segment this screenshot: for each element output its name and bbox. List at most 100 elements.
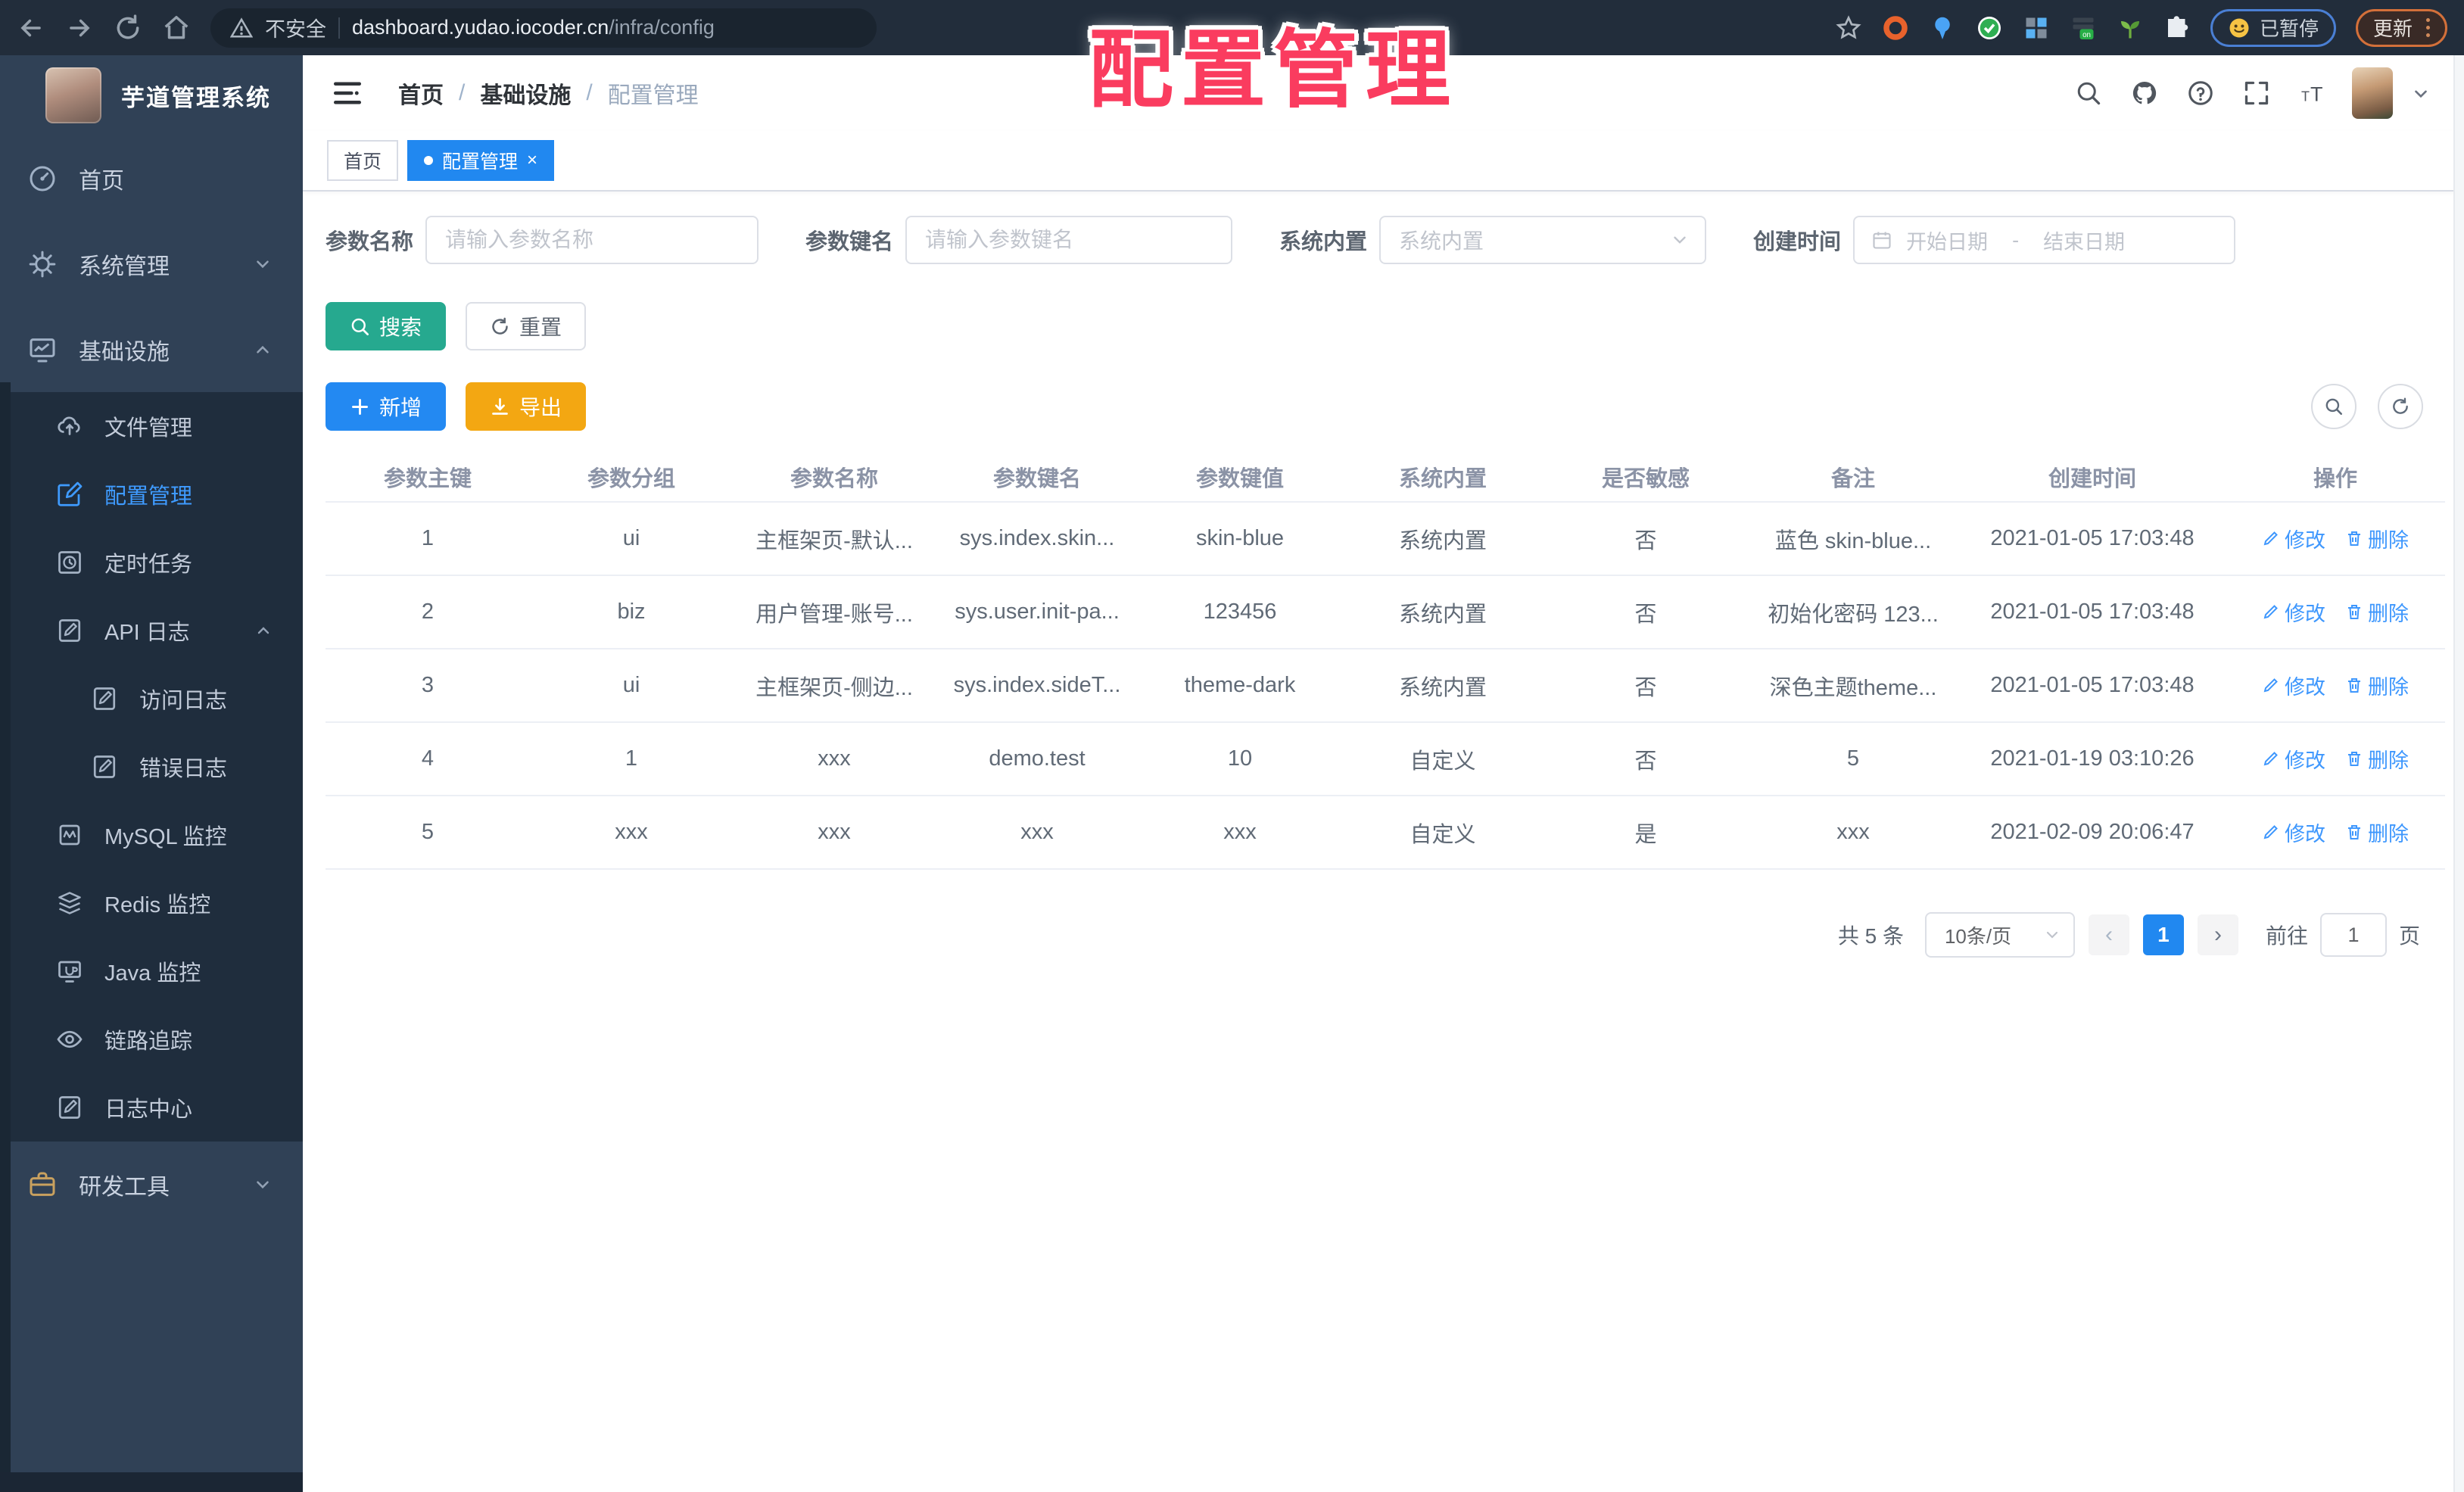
sidebar-item-log-center[interactable]: 日志中心 (0, 1073, 303, 1142)
extension-orange-icon[interactable] (1882, 14, 1909, 42)
col-actions: 操作 (2226, 452, 2445, 503)
edit-link[interactable]: 修改 (2262, 524, 2325, 553)
font-size-icon[interactable]: TT (2299, 79, 2326, 107)
reset-button[interactable]: 重置 (466, 302, 587, 350)
back-icon[interactable] (17, 14, 45, 42)
extension-check-icon[interactable] (1976, 14, 2003, 42)
extension-puzzle-icon[interactable] (2163, 14, 2191, 42)
edit-link[interactable]: 修改 (2262, 597, 2325, 627)
delete-link[interactable]: 删除 (2345, 818, 2409, 847)
col-remark: 备注 (1747, 452, 1959, 503)
bookmark-star-icon[interactable] (1835, 14, 1862, 42)
delete-link[interactable]: 删除 (2345, 671, 2409, 700)
infra-submenu: 文件管理 配置管理 定时任务 API 日志 访问日志 错误日志 MySQL 监控… (0, 392, 303, 1142)
address-bar[interactable]: 不安全 dashboard.yudao.iocoder.cn/infra/con… (210, 8, 877, 48)
smiley-emoji-icon (2229, 18, 2249, 37)
edit-link[interactable]: 修改 (2262, 744, 2325, 774)
page-unit: 页 (2398, 924, 2420, 948)
svg-text:T: T (2301, 89, 2310, 104)
sidebar-item-trace[interactable]: 链路追踪 (0, 1005, 303, 1073)
app-title: 芋道管理系统 (121, 84, 271, 111)
layers-icon (58, 892, 81, 914)
builtin-select[interactable]: 系统内置 (1379, 216, 1707, 264)
sidebar-item-file[interactable]: 文件管理 (0, 392, 303, 460)
extension-on-badge-icon[interactable]: on (2070, 14, 2097, 42)
col-name: 参数名称 (733, 452, 936, 503)
sidebar-item-java[interactable]: Java 监控 (0, 937, 303, 1005)
toggle-search-button[interactable] (2311, 384, 2357, 429)
reload-icon[interactable] (114, 14, 142, 42)
add-button[interactable]: 新增 (326, 382, 447, 431)
paused-extension-button[interactable]: 已暂停 (2210, 8, 2336, 47)
sidebar-item-devtools[interactable]: 研发工具 (0, 1142, 303, 1227)
sidebar-item-home[interactable]: 首页 (0, 135, 303, 221)
prev-page-button[interactable]: ‹ (2088, 914, 2129, 955)
builtin-label: 系统内置 (1279, 230, 1368, 254)
help-icon[interactable] (2187, 79, 2214, 107)
sidebar-item-infra[interactable]: 基础设施 (0, 307, 303, 392)
edit-link[interactable]: 修改 (2262, 671, 2325, 700)
extension-grid-icon[interactable] (2023, 14, 2050, 42)
chevron-down-icon (257, 1180, 269, 1188)
delete-link[interactable]: 删除 (2345, 597, 2409, 627)
page-size-select[interactable]: 10条/页 (1924, 912, 2075, 958)
security-label: 不安全 (265, 18, 326, 41)
table-toolbar: 新增 导出 (326, 382, 2434, 431)
search-button[interactable]: 搜索 (326, 302, 447, 350)
home-icon[interactable] (162, 14, 191, 42)
edit-link[interactable]: 修改 (2262, 818, 2325, 847)
breadcrumb-home[interactable]: 首页 (398, 76, 444, 110)
sidebar-item-redis[interactable]: Redis 监控 (0, 869, 303, 937)
export-button[interactable]: 导出 (466, 382, 587, 431)
github-icon[interactable] (2131, 79, 2158, 107)
delete-link[interactable]: 删除 (2345, 744, 2409, 774)
param-key-input[interactable] (905, 216, 1233, 264)
breadcrumb-infra[interactable]: 基础设施 (480, 76, 571, 110)
table-header-row: 参数主键 参数分组 参数名称 参数键名 参数键值 系统内置 是否敏感 备注 创建… (326, 452, 2445, 503)
form-actions: 搜索 重置 (326, 302, 2434, 350)
col-type: 系统内置 (1341, 452, 1544, 503)
current-page[interactable]: 1 (2142, 914, 2184, 955)
url-text: dashboard.yudao.iocoder.cn/infra/config (352, 16, 715, 39)
created-label: 创建时间 (1753, 230, 1842, 254)
sidebar-item-error-log[interactable]: 错误日志 (0, 733, 303, 801)
sidebar-item-config[interactable]: 配置管理 (0, 460, 303, 528)
sidebar-item-access-log[interactable]: 访问日志 (0, 665, 303, 733)
search-icon[interactable] (2075, 79, 2102, 107)
sidebar-item-mysql[interactable]: MySQL 监控 (0, 801, 303, 869)
sidebar-item-system[interactable]: 系统管理 (0, 221, 303, 307)
scrollbar-track[interactable] (2453, 55, 2464, 1492)
param-name-input[interactable] (425, 216, 759, 264)
extension-pin-icon[interactable] (1929, 14, 1956, 42)
avatar[interactable] (2352, 67, 2393, 119)
sidebar-item-job[interactable]: 定时任务 (0, 528, 303, 596)
search-form: 参数名称 参数键名 系统内置 系统内置 创建时间 (326, 216, 2434, 264)
cloud-upload-icon (58, 416, 80, 435)
fullscreen-icon[interactable] (2243, 79, 2270, 107)
extension-plant-icon[interactable] (2117, 14, 2144, 42)
forward-icon[interactable] (65, 14, 94, 42)
browser-update-button[interactable]: 更新 (2355, 8, 2447, 47)
param-name-label: 参数名称 (326, 230, 414, 254)
pagination: 共 5 条 10条/页 ‹ 1 › 前往 页 (326, 912, 2420, 958)
total-count: 共 5 条 (1837, 924, 1904, 948)
caret-down-icon[interactable] (2411, 83, 2431, 103)
delete-link[interactable]: 删除 (2345, 524, 2409, 553)
app-logo (45, 67, 101, 123)
hamburger-icon[interactable] (332, 77, 363, 109)
tab-home[interactable]: 首页 (327, 140, 399, 181)
next-page-button[interactable]: › (2197, 914, 2238, 955)
refresh-icon (2393, 397, 2408, 414)
close-tab-icon[interactable]: × (527, 151, 537, 170)
goto-page-input[interactable] (2319, 913, 2387, 957)
calendar-icon (1873, 232, 1891, 249)
col-id: 参数主键 (326, 452, 530, 503)
date-range-picker[interactable]: 开始日期 - 结束日期 (1853, 216, 2236, 264)
sidebar-item-api-log[interactable]: API 日志 (0, 596, 303, 665)
screen: 不安全 dashboard.yudao.iocoder.cn/infra/con… (0, 0, 2464, 1492)
date-end-placeholder: 结束日期 (2043, 230, 2126, 254)
paused-label: 已暂停 (2259, 17, 2319, 40)
refresh-table-button[interactable] (2378, 384, 2423, 429)
trash-icon (2348, 752, 2360, 767)
tab-config[interactable]: 配置管理 × (407, 140, 555, 181)
